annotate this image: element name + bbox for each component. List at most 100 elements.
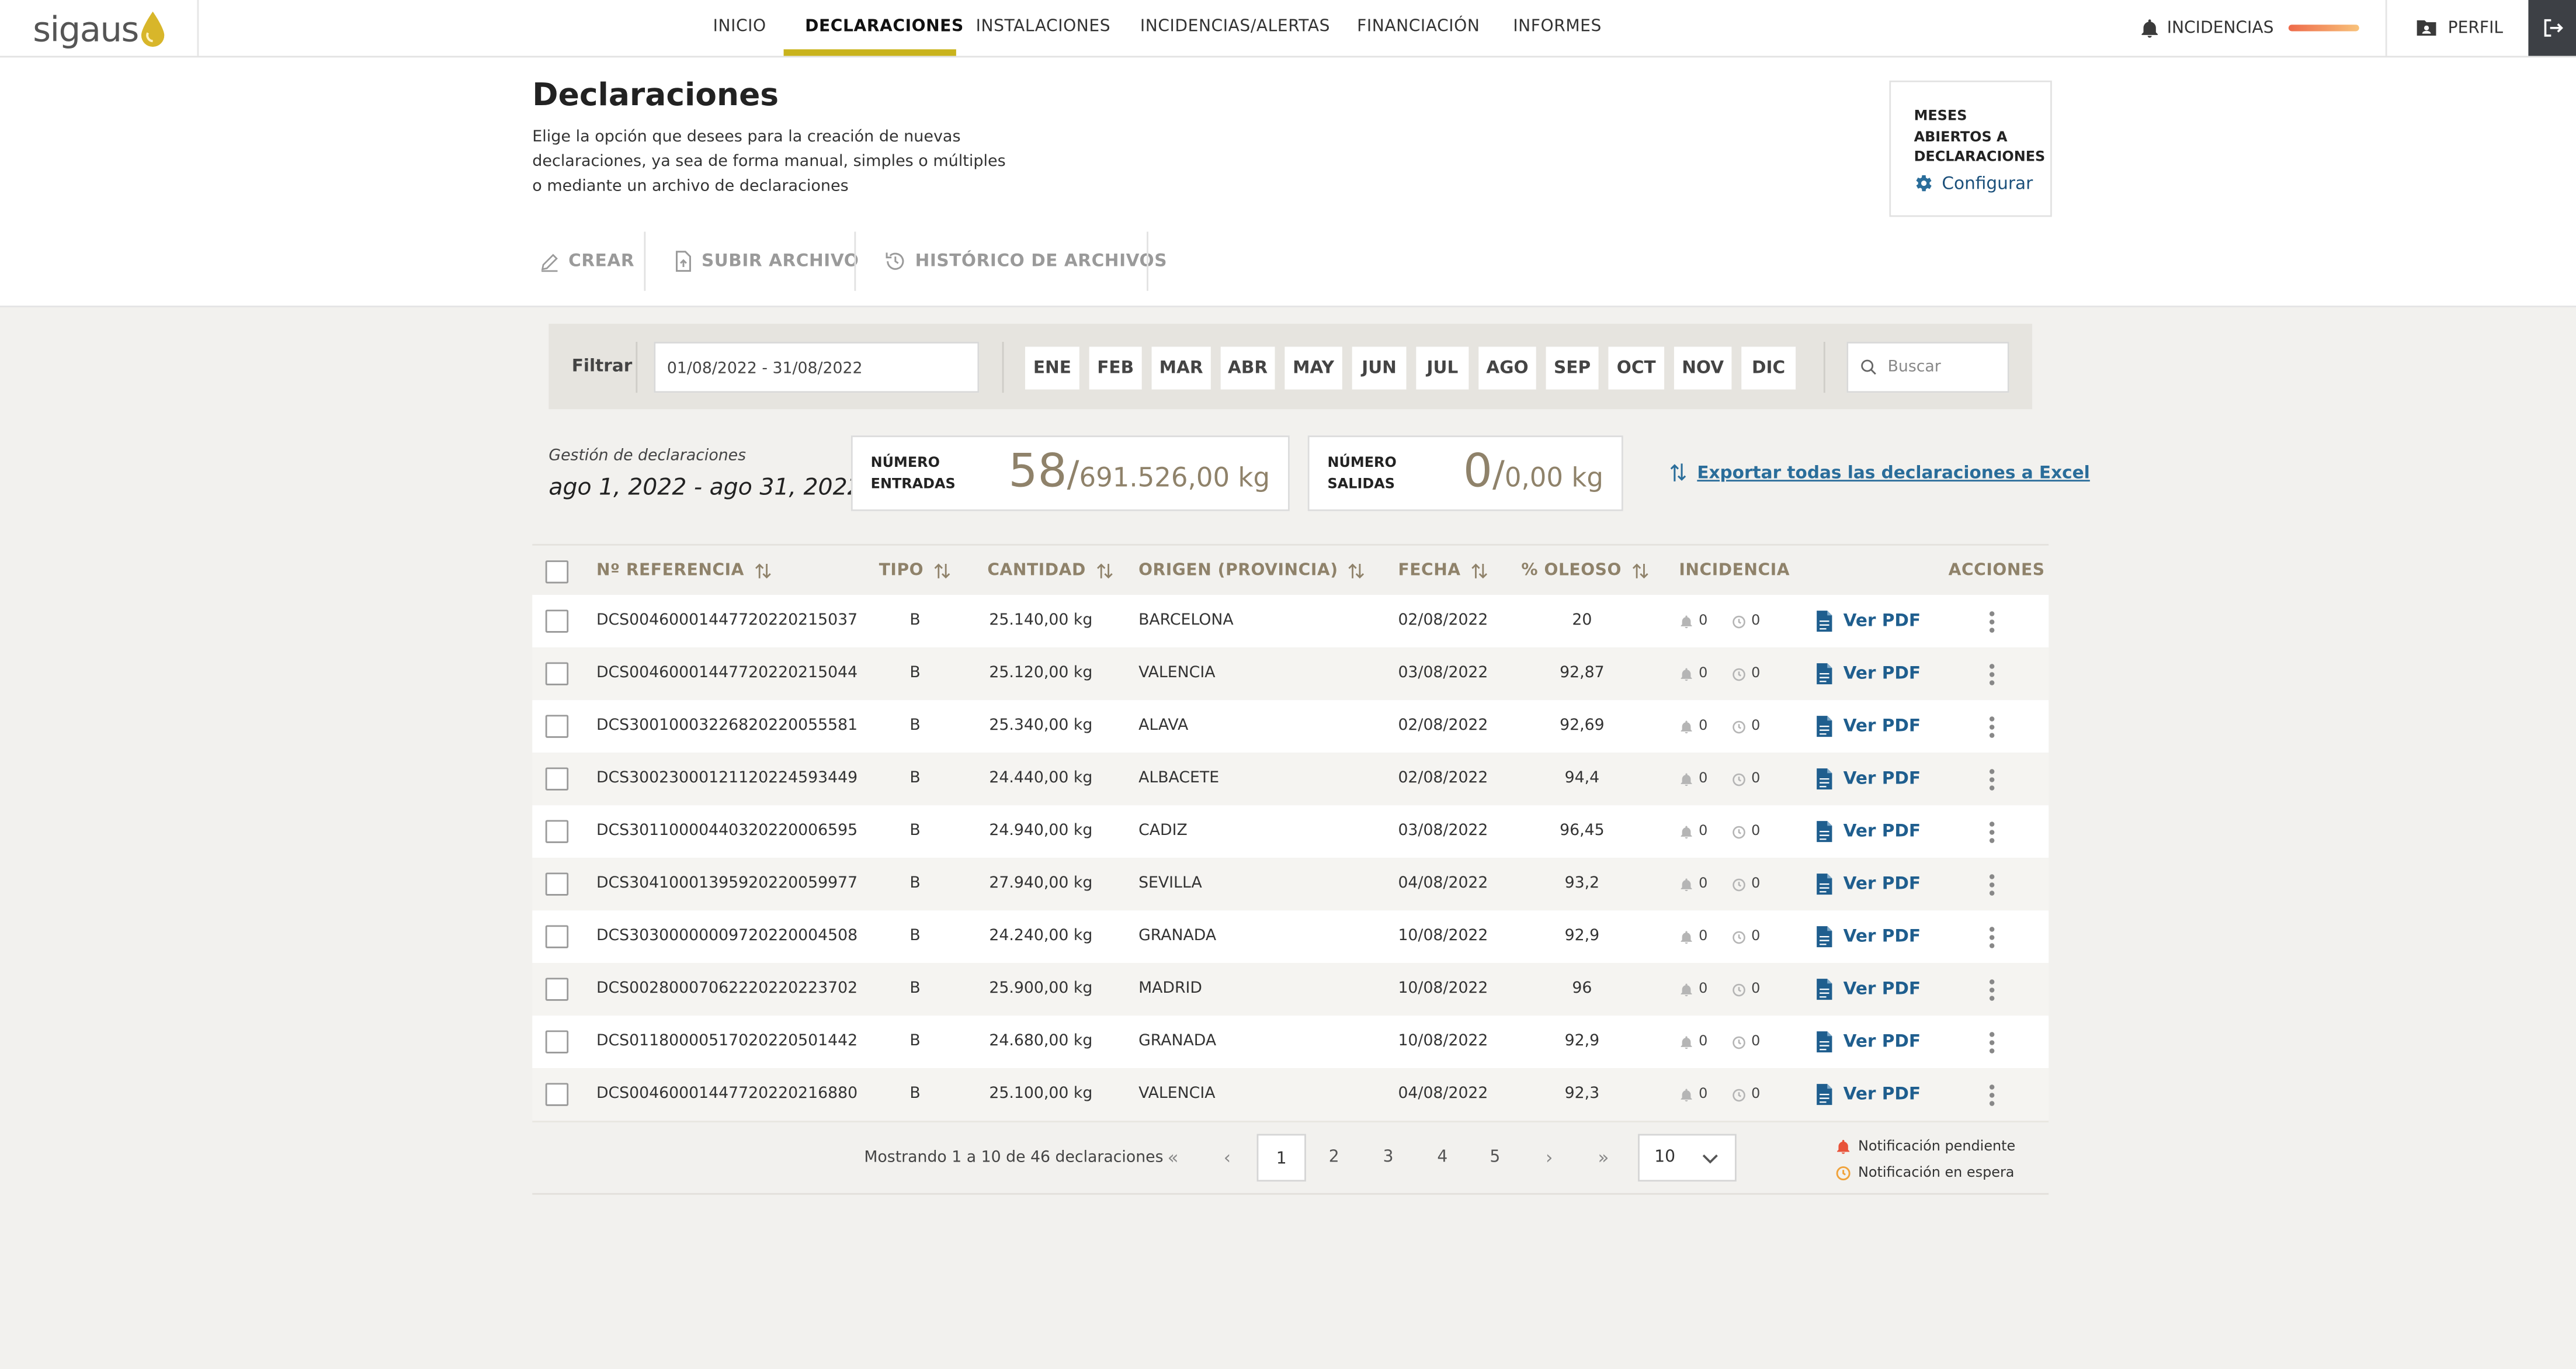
sort-icon (1471, 563, 1488, 578)
cell-referencia: DCS0118000051702022050144​2 (596, 1032, 858, 1051)
page-3-button[interactable]: 3 (1363, 1134, 1412, 1182)
page-4-button[interactable]: 4 (1418, 1134, 1467, 1182)
table-row[interactable]: DCS3041000139592022005997​7 B 27.940,00 kg… (532, 858, 2049, 912)
page-size-select[interactable]: 10 (1638, 1134, 1737, 1182)
logout-button[interactable] (2528, 0, 2576, 56)
next-page-button[interactable]: › (1525, 1134, 1574, 1182)
row-checkbox[interactable] (545, 1030, 569, 1053)
nav-incidencias-alertas[interactable]: INCIDENCIAS/ALERTAS (1140, 0, 1330, 56)
pending-count: 0 (1699, 928, 1708, 945)
sigaus-logo[interactable]: sigaus (33, 10, 166, 49)
more-actions-icon[interactable] (1983, 700, 1999, 753)
ver-pdf-link[interactable]: Ver PDF (1815, 595, 1921, 647)
month-mar[interactable]: MAR (1151, 346, 1211, 390)
more-actions-icon[interactable] (1983, 647, 1999, 700)
table-row[interactable]: DCS0046000144772022021503​7 B 25.140,00 kg… (532, 595, 2049, 649)
row-checkbox[interactable] (545, 925, 569, 948)
more-actions-icon[interactable] (1983, 805, 1999, 858)
more-actions-icon[interactable] (1983, 1016, 1999, 1068)
more-actions-icon[interactable] (1983, 753, 1999, 805)
table-row[interactable]: DCS3002300012112022459344​9 B 24.440,00 kg… (532, 753, 2049, 807)
month-may[interactable]: MAY (1284, 346, 1342, 390)
crear-button[interactable]: CREAR (539, 237, 635, 286)
table-row[interactable]: DCS3001000322682022005558​1 B 25.340,00 kg… (532, 700, 2049, 754)
month-feb[interactable]: FEB (1089, 346, 1142, 390)
month-abr[interactable]: ABR (1220, 346, 1275, 390)
table-row[interactable]: DCS0118000051702022050144​2 B 24.680,00 kg… (532, 1016, 2049, 1070)
perfil-button[interactable]: PERFIL (2415, 0, 2503, 56)
export-excel-link[interactable]: Exportar todas las declaraciones a Excel (1669, 462, 2090, 483)
page-2-button[interactable]: 2 (1310, 1134, 1359, 1182)
row-checkbox[interactable] (545, 767, 569, 791)
ver-pdf-link[interactable]: Ver PDF (1815, 858, 1921, 910)
table-row[interactable]: DCS0028000706222022022370​2 B 25.900,00 kg… (532, 963, 2049, 1017)
nav-financiacion[interactable]: FINANCIACIÓN (1357, 0, 1480, 56)
col-referencia[interactable]: Nº REFERENCIA (596, 546, 772, 597)
table-row[interactable]: DCS0046000144772022021688​0 B 25.100,00 kg… (532, 1068, 2049, 1122)
ver-pdf-link[interactable]: Ver PDF (1815, 910, 1921, 963)
more-actions-icon[interactable] (1983, 1068, 1999, 1121)
ver-pdf-link[interactable]: Ver PDF (1815, 700, 1921, 753)
nav-declaraciones[interactable]: DECLARACIONES (805, 0, 964, 56)
col-tipo[interactable]: TIPO (879, 546, 952, 597)
date-range-input[interactable]: 01/08/2022 - 31/08/2022 (654, 342, 980, 393)
month-ene[interactable]: ENE (1025, 346, 1079, 390)
page-5-button[interactable]: 5 (1470, 1134, 1519, 1182)
row-checkbox[interactable] (545, 978, 569, 1001)
subir-archivo-button[interactable]: SUBIR ARCHIVO (673, 237, 859, 286)
last-page-button[interactable]: » (1579, 1134, 1628, 1182)
table-row[interactable]: DCS0046000144772022021504​4 B 25.120,00 kg… (532, 647, 2049, 702)
month-jul[interactable]: JUL (1416, 346, 1469, 390)
month-nov[interactable]: NOV (1674, 346, 1732, 390)
month-ago[interactable]: AGO (1478, 346, 1536, 390)
ver-pdf-link[interactable]: Ver PDF (1815, 1016, 1921, 1068)
more-actions-icon[interactable] (1983, 910, 1999, 963)
month-jun[interactable]: JUN (1352, 346, 1407, 390)
pending-notifications: 0 (1679, 753, 1707, 805)
month-oct[interactable]: OCT (1608, 346, 1665, 390)
incidencias-indicator[interactable]: INCIDENCIAS (2139, 0, 2273, 56)
cell-origen: VALENCIA (1138, 1084, 1216, 1103)
table-row[interactable]: DCS3011000044032022000659​5 B 24.940,00 kg… (532, 805, 2049, 859)
nav-instalaciones[interactable]: INSTALACIONES (976, 0, 1111, 56)
waiting-notifications: 0 (1731, 805, 1760, 858)
more-actions-icon[interactable] (1983, 858, 1999, 910)
table-row[interactable]: DCS3030000000972022000450​8 B 24.240,00 kg… (532, 910, 2049, 965)
nav-informes[interactable]: INFORMES (1513, 0, 1602, 56)
cell-origen: GRANADA (1138, 1032, 1217, 1051)
ver-pdf-link[interactable]: Ver PDF (1815, 753, 1921, 805)
historico-archivos-button[interactable]: HISTÓRICO DE ARCHIVOS (884, 237, 1167, 286)
nav-inicio[interactable]: INICIO (713, 0, 766, 56)
row-checkbox[interactable] (545, 1083, 569, 1106)
select-all-checkbox[interactable] (545, 560, 569, 584)
row-checkbox[interactable] (545, 715, 569, 738)
first-page-button[interactable]: « (1148, 1134, 1197, 1182)
ver-pdf-link[interactable]: Ver PDF (1815, 1068, 1921, 1121)
ver-pdf-link[interactable]: Ver PDF (1815, 963, 1921, 1016)
configurar-link[interactable]: Configurar (1912, 172, 2033, 194)
ver-pdf-link[interactable]: Ver PDF (1815, 805, 1921, 858)
cell-tipo: B (909, 874, 921, 893)
row-checkbox[interactable] (545, 820, 569, 843)
month-dic[interactable]: DIC (1741, 346, 1796, 390)
more-actions-icon[interactable] (1983, 595, 1999, 647)
col-origen-label: ORIGEN (PROVINCIA) (1138, 562, 1338, 580)
row-checkbox[interactable] (545, 609, 569, 633)
page-1-button[interactable]: 1 (1256, 1134, 1306, 1182)
month-sep[interactable]: SEP (1546, 346, 1599, 390)
prev-page-button[interactable]: ‹ (1203, 1134, 1252, 1182)
col-cantidad[interactable]: CANTIDAD (987, 546, 1113, 597)
pencil-icon (541, 253, 558, 271)
cell-fecha: 02/08/2022 (1398, 769, 1488, 788)
col-origen[interactable]: ORIGEN (PROVINCIA) (1138, 546, 1366, 597)
col-fecha[interactable]: FECHA (1398, 546, 1488, 597)
more-actions-icon[interactable] (1983, 963, 1999, 1016)
row-checkbox[interactable] (545, 662, 569, 685)
col-oleoso[interactable]: % OLEOSO (1521, 546, 1649, 597)
ver-pdf-link[interactable]: Ver PDF (1815, 647, 1921, 700)
bell-icon (1681, 1035, 1692, 1048)
waiting-count: 0 (1751, 666, 1761, 682)
cell-referencia: DCS3041000139592022005997​7 (596, 874, 858, 893)
row-checkbox[interactable] (545, 872, 569, 896)
search-input[interactable]: Buscar (1846, 342, 2009, 393)
